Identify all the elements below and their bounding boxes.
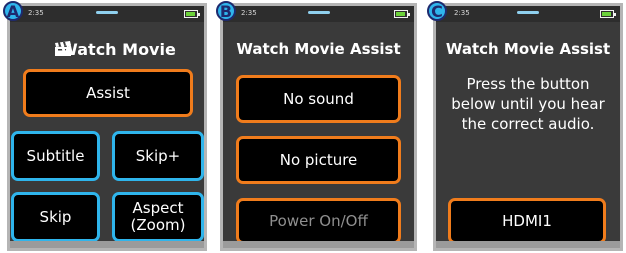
subtitle-button[interactable]: Subtitle — [11, 131, 100, 181]
phone-screen-c: 2:35 Watch Movie Assist Press the button… — [433, 3, 623, 251]
page-title: Watch Movie Assist — [445, 40, 611, 58]
power-toggle-button[interactable]: Power On/Off — [236, 198, 401, 244]
status-bar: 2:35 — [436, 6, 620, 22]
aspect-zoom-button[interactable]: Aspect (Zoom) — [112, 192, 204, 242]
notch — [307, 11, 330, 14]
clock: 2:35 — [454, 9, 470, 17]
status-bar: 2:35 — [223, 6, 414, 22]
skip-plus-button[interactable]: Skip+ — [112, 131, 204, 181]
no-sound-button[interactable]: No sound — [236, 75, 401, 123]
battery-icon — [600, 10, 616, 18]
battery-icon — [394, 10, 410, 18]
no-picture-button[interactable]: No picture — [236, 136, 401, 184]
zoom-label: (Zoom) — [130, 216, 186, 234]
page-title: Watch Movie — [60, 40, 176, 59]
notch — [96, 11, 118, 14]
panel-badge-a: A — [3, 1, 23, 21]
page-title: Watch Movie Assist — [236, 40, 401, 58]
notch — [517, 11, 539, 14]
clock: 2:35 — [28, 9, 44, 17]
phone-screen-b: 2:35 Watch Movie Assist No sound No pict… — [220, 3, 417, 251]
bottom-bar — [223, 241, 414, 248]
phone-screen-a: 2:35 Watch Movie Assist Subtitle Skip+ S… — [7, 3, 207, 251]
battery-icon — [184, 10, 200, 18]
skip-button[interactable]: Skip — [11, 192, 100, 242]
assist-button[interactable]: Assist — [23, 69, 193, 117]
bottom-bar — [436, 241, 620, 248]
panel-badge-b: B — [216, 1, 236, 21]
instructions-text: Press the button below until you hear th… — [451, 75, 605, 133]
bottom-bar — [10, 241, 204, 248]
aspect-label: Aspect — [132, 199, 184, 217]
clock: 2:35 — [241, 9, 257, 17]
panel-badge-c: C — [427, 1, 447, 21]
status-bar: 2:35 — [10, 6, 204, 22]
hdmi-input-button[interactable]: HDMI1 — [448, 198, 606, 244]
